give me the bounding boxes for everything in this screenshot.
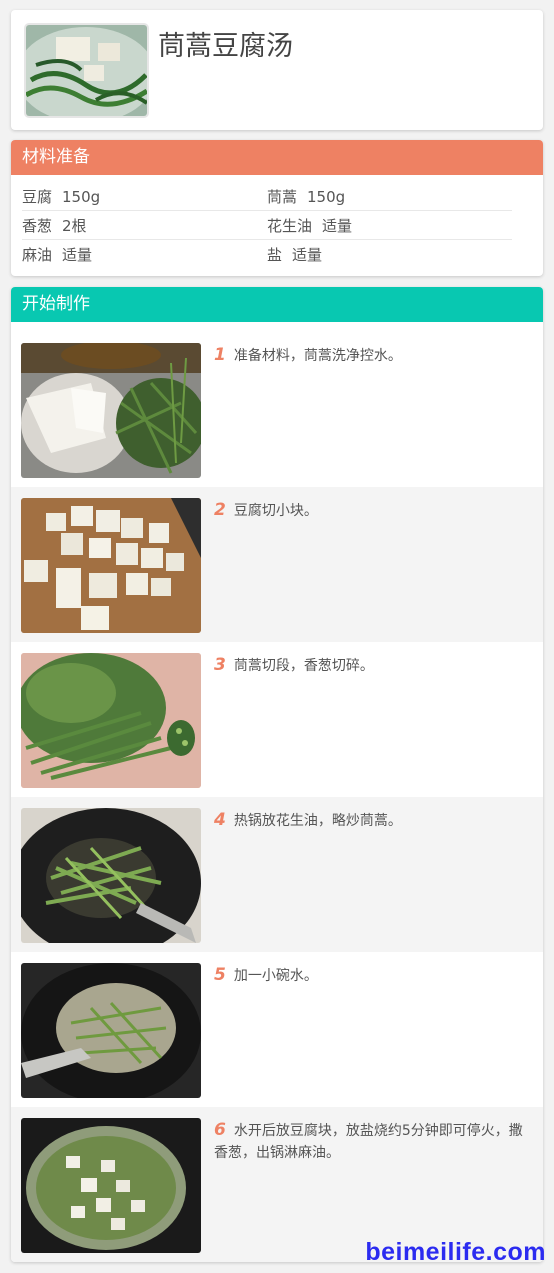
ingredient-item: 花生油 适量 bbox=[267, 215, 512, 236]
ingredient-name: 豆腐 bbox=[22, 187, 53, 206]
ingredient-qty: 适量 bbox=[292, 246, 323, 264]
step-photo[interactable] bbox=[21, 963, 201, 1098]
ingredients-card: 材料准备 豆腐 150g 茼蒿 150g 香葱 2根 花生油 适量 麻油 适量 盐适量 bbox=[11, 140, 543, 276]
ingredient-item: 茼蒿 150g bbox=[267, 186, 512, 207]
step-text: 加一小碗水。 bbox=[233, 968, 318, 984]
ingredient-qty: 150g bbox=[62, 187, 101, 206]
step-item: 4 热锅放花生油，略炒茼蒿。 bbox=[11, 797, 543, 952]
ingredient-name: 麻油 bbox=[22, 246, 53, 264]
step-text: 热锅放花生油，略炒茼蒿。 bbox=[233, 813, 402, 829]
step-description: 1 准备材料，茼蒿洗净控水。 bbox=[214, 344, 531, 367]
ingredient-row: 香葱 2根 花生油 适量 bbox=[22, 211, 512, 240]
ingredient-name: 花生油 bbox=[267, 216, 313, 235]
ingredient-row: 麻油 适量 盐适量 bbox=[22, 240, 512, 269]
step-item: 2 豆腐切小块。 bbox=[11, 487, 543, 642]
step-text: 豆腐切小块。 bbox=[233, 503, 318, 519]
ingredient-row: 豆腐 150g 茼蒿 150g bbox=[22, 182, 512, 211]
ingredient-name: 香葱 bbox=[22, 216, 53, 235]
step-description: 2 豆腐切小块。 bbox=[214, 499, 531, 522]
step-number: 2 bbox=[214, 500, 226, 520]
ingredient-qty: 2根 bbox=[62, 216, 87, 235]
ingredient-item: 豆腐 150g bbox=[22, 186, 267, 207]
recipe-thumbnail-image[interactable] bbox=[26, 25, 147, 116]
ingredient-item: 麻油 适量 bbox=[22, 244, 267, 265]
step-photo[interactable] bbox=[21, 343, 201, 478]
step-number: 5 bbox=[214, 965, 226, 985]
ingredients-list: 豆腐 150g 茼蒿 150g 香葱 2根 花生油 适量 麻油 适量 盐适量 bbox=[22, 182, 512, 269]
ingredient-qty: 适量 bbox=[62, 246, 93, 264]
step-description: 4 热锅放花生油，略炒茼蒿。 bbox=[214, 809, 531, 832]
ingredient-name: 盐 bbox=[267, 246, 283, 264]
step-number: 4 bbox=[214, 810, 226, 830]
step-text: 水开后放豆腐块，放盐烧约5分钟即可停火，撒香葱，出锅淋麻油。 bbox=[214, 1123, 523, 1161]
recipe-title: 茼蒿豆腐汤 bbox=[158, 31, 293, 62]
step-description: 6 水开后放豆腐块，放盐烧约5分钟即可停火，撒香葱，出锅淋麻油。 bbox=[214, 1119, 531, 1164]
step-text: 茼蒿切段，香葱切碎。 bbox=[233, 658, 374, 674]
step-description: 5 加一小碗水。 bbox=[214, 964, 531, 987]
recipe-header-card: 茼蒿豆腐汤 bbox=[11, 10, 543, 130]
ingredient-qty: 150g bbox=[307, 187, 346, 206]
steps-card: 开始制作 1 准备材料，茼蒿洗净控水。 2 豆腐切小块。 3 茼蒿切段，香葱切碎… bbox=[11, 287, 543, 1262]
step-number: 6 bbox=[214, 1120, 226, 1140]
ingredients-header: 材料准备 bbox=[11, 140, 543, 175]
step-number: 3 bbox=[214, 655, 226, 675]
step-text: 准备材料，茼蒿洗净控水。 bbox=[233, 348, 402, 364]
site-watermark: beimeilife.com bbox=[365, 1238, 546, 1266]
ingredient-name: 茼蒿 bbox=[267, 187, 298, 206]
step-item: 5 加一小碗水。 bbox=[11, 952, 543, 1107]
step-description: 3 茼蒿切段，香葱切碎。 bbox=[214, 654, 531, 677]
step-photo[interactable] bbox=[21, 498, 201, 633]
step-photo[interactable] bbox=[21, 653, 201, 788]
steps-header: 开始制作 bbox=[11, 287, 543, 322]
step-item: 1 准备材料，茼蒿洗净控水。 bbox=[11, 332, 543, 487]
step-number: 1 bbox=[214, 345, 226, 365]
step-photo[interactable] bbox=[21, 1118, 201, 1253]
ingredient-item: 盐适量 bbox=[267, 244, 512, 265]
ingredient-qty: 适量 bbox=[322, 216, 353, 235]
ingredient-item: 香葱 2根 bbox=[22, 215, 267, 236]
step-photo[interactable] bbox=[21, 808, 201, 943]
step-item: 3 茼蒿切段，香葱切碎。 bbox=[11, 642, 543, 797]
